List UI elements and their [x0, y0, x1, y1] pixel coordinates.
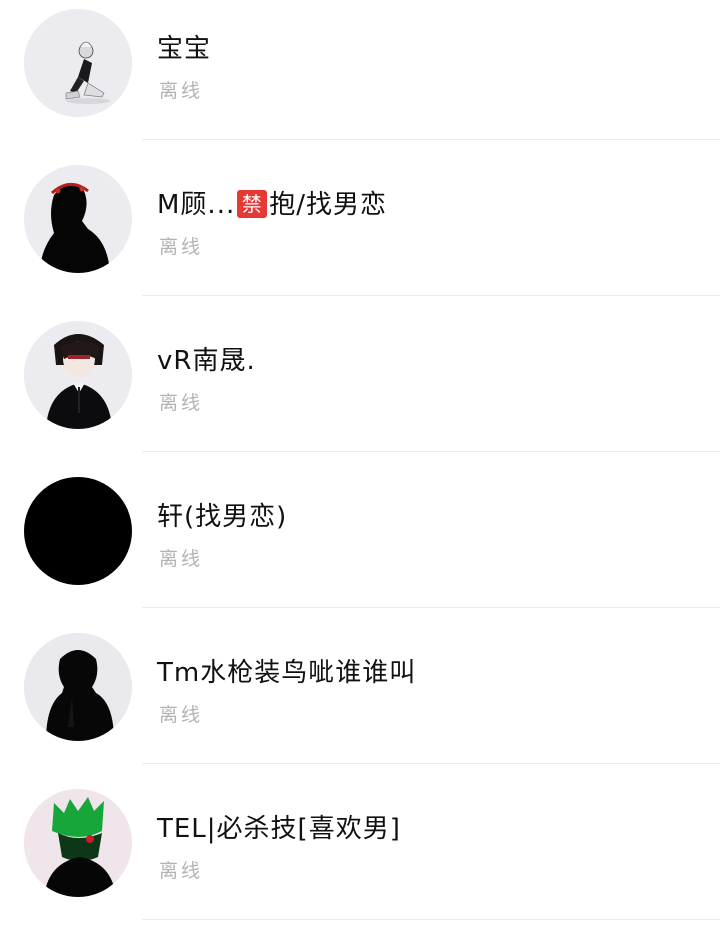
contact-list: 宝宝 离线 M顾... 禁抱/找男恋 离线 vR南晟. 离线 轩(找男恋) 离线…	[0, 0, 720, 920]
row-divider	[142, 295, 720, 296]
contact-avatar[interactable]	[24, 321, 132, 429]
contact-row[interactable]: M顾... 禁抱/找男恋 离线	[0, 156, 720, 312]
row-divider	[142, 139, 720, 140]
contact-name-prefix: M顾...	[157, 190, 236, 220]
contact-avatar[interactable]	[24, 789, 132, 897]
green-hair-icon	[24, 789, 132, 897]
contact-row[interactable]: Tm水枪装鸟呲谁谁叫 离线	[0, 624, 720, 780]
contact-status: 离线	[159, 704, 204, 726]
suit-boy-icon	[24, 321, 132, 429]
black-avatar-icon	[24, 477, 132, 585]
contact-avatar[interactable]	[24, 9, 132, 117]
contact-avatar[interactable]	[24, 633, 132, 741]
contact-name: 宝宝	[157, 34, 212, 64]
contact-name: Tm水枪装鸟呲谁谁叫	[157, 658, 417, 688]
row-divider	[142, 919, 720, 920]
contact-name: vR南晟.	[157, 346, 256, 376]
contact-row[interactable]: 轩(找男恋) 离线	[0, 468, 720, 624]
row-divider	[142, 763, 720, 764]
ban-badge: 禁	[237, 190, 268, 218]
contact-status: 离线	[159, 548, 204, 570]
contact-row[interactable]: vR南晟. 离线	[0, 312, 720, 468]
contact-status: 离线	[159, 860, 204, 882]
contact-status: 离线	[159, 236, 204, 258]
row-divider	[142, 451, 720, 452]
contact-status: 离线	[159, 392, 204, 414]
contact-row[interactable]: 宝宝 离线	[0, 0, 720, 156]
row-divider	[142, 607, 720, 608]
dark-silhouette-icon	[24, 633, 132, 741]
contact-status: 离线	[159, 80, 204, 102]
contact-avatar[interactable]	[24, 165, 132, 273]
white-hair-figure-icon	[24, 9, 132, 117]
contact-name: TEL|必杀技[喜欢男]	[157, 814, 401, 844]
contact-name: 轩(找男恋)	[157, 502, 288, 532]
contact-name: M顾... 禁抱/找男恋	[157, 184, 387, 221]
contact-avatar[interactable]	[24, 477, 132, 585]
contact-name-suffix: 抱/找男恋	[269, 190, 387, 220]
silhouette-red-hair-icon	[24, 165, 132, 273]
contact-row[interactable]: TEL|必杀技[喜欢男] 离线	[0, 780, 720, 936]
